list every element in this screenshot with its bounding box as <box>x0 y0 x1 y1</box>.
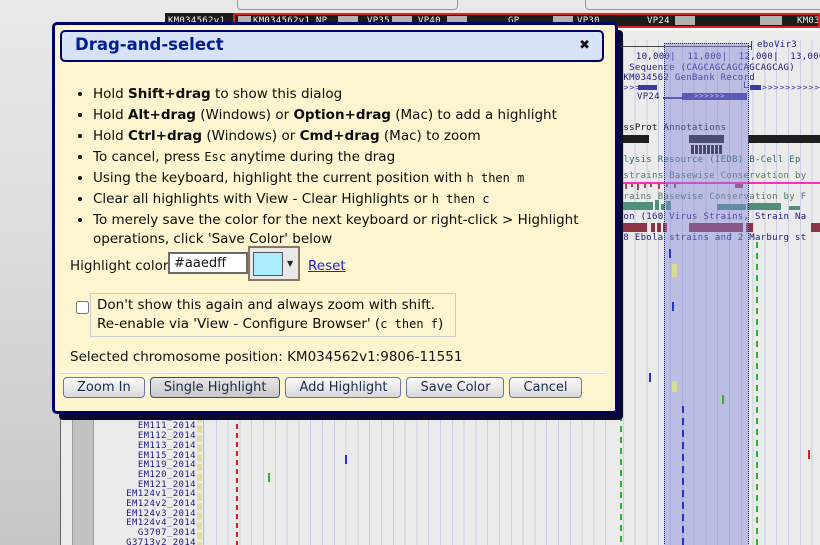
dialog-buttons: Zoom InSingle HighlightAdd HighlightSave… <box>63 377 582 398</box>
annotation-block <box>748 135 820 143</box>
highlight-color-label: Highlight color: <box>70 258 173 274</box>
save-color-button[interactable]: Save Color <box>406 377 504 398</box>
zoom-in-button[interactable]: Zoom In <box>63 377 145 398</box>
dont-show-line1: Don't show this again and always zoom wi… <box>97 296 449 315</box>
strain-track-label[interactable]: G3713v2_2014 <box>96 539 196 545</box>
instruction-item: Hold Ctrl+drag (Windows) or Cmd+drag (Ma… <box>93 127 595 146</box>
color-swatch[interactable] <box>253 252 283 276</box>
dont-show-checkbox[interactable] <box>76 301 89 314</box>
side-drag-bar[interactable] <box>72 406 94 545</box>
button-separator <box>58 372 606 374</box>
drag-guide-red-left <box>236 406 238 545</box>
reset-link[interactable]: Reset <box>308 258 346 274</box>
cancel-button[interactable]: Cancel <box>509 377 581 398</box>
top-cut-control <box>237 0 458 10</box>
ruler-tick <box>751 41 752 50</box>
instruction-item: To merely save the color for the next ke… <box>93 211 595 249</box>
instruction-item: Clear all highlights with View - Clear H… <box>93 190 595 209</box>
variant-line-green <box>620 250 622 545</box>
label-gutter-line <box>203 406 204 545</box>
dialog-title: Drag-and-select <box>75 35 224 54</box>
instruction-item: Hold Shift+drag to show this dialog <box>93 85 595 104</box>
instruction-item: Using the keyboard, highlight the curren… <box>93 169 595 188</box>
chevron-down-icon: ▼ <box>287 259 293 268</box>
gene-arrows-right: >>>>>>>>>>>>>> <box>762 83 820 92</box>
color-picker-dropdown[interactable]: ▼ <box>248 246 300 281</box>
gene-label-vp24: VP24 <box>637 92 660 102</box>
strain-track-labels: EM106_2014EM110_2014EM111_2014EM112_2014… <box>96 403 196 545</box>
label-tick-column <box>197 406 202 545</box>
add-highlight-button[interactable]: Add Highlight <box>285 377 401 398</box>
instruction-item: To cancel, press Esc anytime during the … <box>93 148 595 167</box>
dont-show-line2: Re-enable via 'View - Configure Browser'… <box>97 315 449 334</box>
top-cut-control <box>585 0 820 10</box>
selected-position-text: Selected chromosome position: KM034562v1… <box>70 349 462 365</box>
gene-exon <box>638 85 657 90</box>
instruction-list: Hold Shift+drag to show this dialog Hold … <box>75 83 595 251</box>
variant-line-blue <box>682 406 684 545</box>
drag-selection-region[interactable] <box>664 43 749 545</box>
image-left-border <box>60 404 61 545</box>
drag-select-dialog: Drag-and-select ✖ Hold Shift+drag to sho… <box>52 22 618 414</box>
highlight-color-input[interactable] <box>168 252 248 274</box>
dont-show-label: Don't show this again and always zoom wi… <box>90 293 456 337</box>
variant-line-green <box>756 242 758 545</box>
single-highlight-button[interactable]: Single Highlight <box>150 377 281 398</box>
annotation-block <box>615 135 649 143</box>
close-icon[interactable]: ✖ <box>579 38 590 53</box>
dialog-titlebar[interactable]: Drag-and-select ✖ <box>60 30 604 62</box>
gridlines-bottom <box>205 408 612 545</box>
instruction-item: Hold Alt+drag (Windows) or Option+drag (… <box>93 106 595 125</box>
screen: eboVir3 0| 10,000| 11,000| 12,000| 13,00… <box>0 0 820 545</box>
assembly-label: eboVir3 <box>757 40 797 50</box>
gene-exon <box>750 85 761 90</box>
